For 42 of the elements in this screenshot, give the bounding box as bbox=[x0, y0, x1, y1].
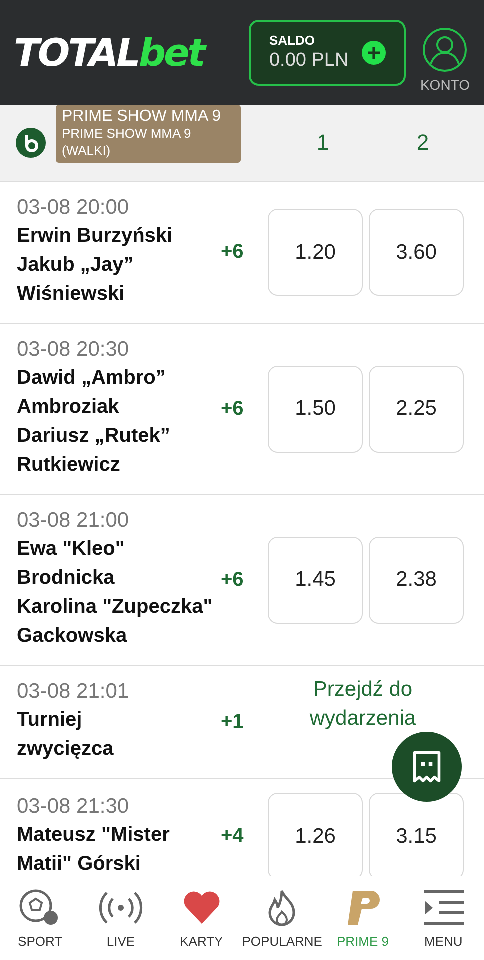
participant-name[interactable]: Erwin Burzyński bbox=[17, 222, 217, 251]
plus-icon bbox=[362, 40, 386, 64]
odds-button[interactable]: 3.60 bbox=[369, 209, 464, 296]
nav-tab[interactable]: POPULARNE bbox=[242, 876, 323, 960]
league-tag: PRIME SHOW MMA 9 PRIME SHOW MMA 9 (WALKI) bbox=[56, 105, 241, 163]
nav-tab[interactable]: PRIME 9 bbox=[322, 876, 404, 960]
column-header: 1 bbox=[316, 130, 330, 156]
odds-button[interactable]: 2.25 bbox=[369, 366, 464, 452]
participant-name[interactable]: Mateusz "Mister Matii" Górski bbox=[17, 820, 217, 876]
odds-button[interactable]: 1.45 bbox=[268, 536, 363, 624]
sport-badge-icon bbox=[16, 128, 46, 158]
odds-button[interactable]: 1.26 bbox=[268, 793, 363, 876]
column-header: 2 bbox=[416, 130, 430, 156]
event-link[interactable]: Przejdź do wydarzenia bbox=[288, 675, 438, 733]
more-markets-count[interactable]: +4 bbox=[221, 825, 261, 848]
participant-name[interactable]: Jakub „Jay” Wiśniewski bbox=[17, 251, 217, 309]
balance-button[interactable]: SALDO 0.00 PLN bbox=[249, 20, 406, 86]
more-markets-count[interactable]: +6 bbox=[221, 398, 261, 420]
nav-tab[interactable]: MENU bbox=[403, 876, 484, 960]
nav-tab[interactable]: KARTY bbox=[161, 876, 242, 960]
logo: TOTALbet bbox=[14, 30, 204, 74]
event-time: 03-08 20:00 bbox=[17, 196, 130, 220]
more-markets-count[interactable]: +6 bbox=[221, 241, 261, 264]
event-time: 03-08 20:30 bbox=[17, 338, 130, 362]
participant-name[interactable]: Dawid „Ambro” Ambroziak bbox=[17, 364, 217, 422]
more-markets-count[interactable]: +6 bbox=[221, 568, 261, 592]
odds-button[interactable]: 1.20 bbox=[268, 209, 363, 296]
participant-name[interactable]: Turniej zwycięzca bbox=[17, 706, 167, 764]
event-time: 03-08 21:30 bbox=[17, 794, 130, 818]
participant-name[interactable]: Dariusz „Rutek” Rutkiewicz bbox=[17, 422, 217, 480]
odds-button[interactable]: 2.38 bbox=[369, 536, 464, 624]
more-markets-count[interactable]: +1 bbox=[221, 710, 261, 734]
participant-name[interactable]: Karolina "Zupeczka" Gackowska bbox=[17, 593, 217, 651]
odds-button[interactable]: 1.50 bbox=[268, 366, 363, 452]
participant-name[interactable]: Ewa "Kleo" Brodnicka bbox=[17, 535, 217, 593]
event-time: 03-08 21:01 bbox=[17, 680, 130, 704]
nav-tab[interactable]: LIVE bbox=[80, 876, 162, 960]
nav-tab[interactable]: SPORT bbox=[0, 876, 81, 960]
odds-button[interactable]: 3.15 bbox=[369, 793, 464, 876]
ticket-icon bbox=[411, 750, 443, 784]
menu-icon bbox=[422, 888, 465, 928]
event-time: 03-08 21:00 bbox=[17, 509, 130, 533]
